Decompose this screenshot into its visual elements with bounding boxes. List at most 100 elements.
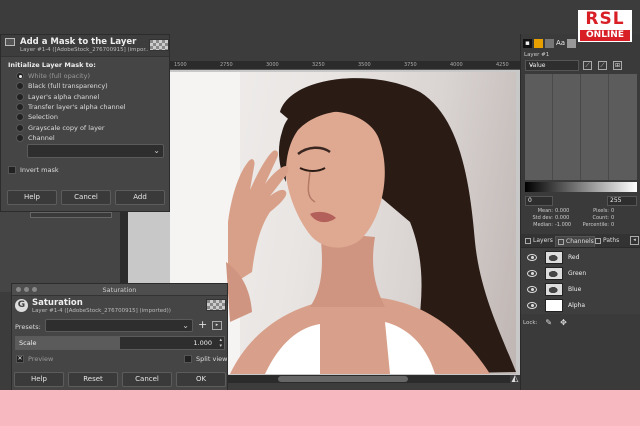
spin-arrows-icon[interactable]: ▴ ▾ — [219, 337, 222, 349]
reset-button[interactable]: Reset — [68, 372, 118, 387]
rsl-online-logo: RSL ONLINE — [578, 10, 632, 42]
init-mask-label: Initialize Layer Mask to: — [8, 61, 96, 69]
split-view-checkbox[interactable]: Split view — [184, 355, 227, 363]
radio-white-full-opacity[interactable]: White (full opacity) — [16, 71, 90, 81]
saturation-dialog: Saturation G Saturation Layer #1-4 ([Ado… — [11, 283, 228, 390]
preview-checkbox[interactable]: ✕ Preview — [16, 355, 53, 363]
list-item[interactable]: Alpha — [521, 298, 639, 314]
navigate-icon[interactable]: ◭ — [510, 374, 520, 384]
tab-menu-icon[interactable]: ◂ — [630, 236, 639, 245]
ruler-tick: 4250 — [496, 62, 509, 68]
presets-dropdown[interactable]: ⌄ — [45, 319, 193, 332]
dialog-header: Add a Mask to the Layer Layer #1-4 ([Ado… — [1, 35, 169, 57]
scale-label: Scale — [19, 339, 37, 347]
channel-dropdown[interactable]: ⌄ — [27, 144, 164, 158]
radio-selection[interactable]: Selection — [16, 112, 58, 122]
help-button[interactable]: Help — [14, 372, 64, 387]
add-button[interactable]: Add — [115, 190, 165, 205]
invert-mask-checkbox[interactable]: Invert mask — [8, 166, 59, 174]
linear-histogram-icon[interactable]: ⟋ — [583, 61, 592, 70]
toolbox-options-panel — [0, 212, 120, 292]
list-item[interactable]: Red — [521, 250, 639, 266]
channel-name: Alpha — [568, 302, 586, 309]
radio-grayscale-copy[interactable]: Grayscale copy of layer — [16, 123, 105, 133]
histogram-options-icon[interactable]: ⊞ — [613, 61, 622, 70]
window-titlebar[interactable]: Saturation — [12, 284, 227, 296]
radio-indicator[interactable] — [16, 113, 24, 121]
channels-list: Red Green Blue Alpha — [521, 248, 640, 314]
right-dock: ▪ Aa Layer #1 Value ⌄ ⟋ ⟋ ⊞ 0 255 Mean: 0… — [520, 34, 640, 390]
dock-tabs: Layers Channels Paths ◂ — [521, 234, 640, 248]
lock-pixels-icon[interactable]: ✎ — [545, 318, 552, 327]
dialog-subtitle: Layer #1-4 ([AdobeStock_276700915] (impo… — [32, 308, 171, 314]
tab-layers[interactable]: Layers — [523, 236, 553, 247]
list-item[interactable]: Blue — [521, 282, 639, 298]
radio-indicator[interactable] — [16, 103, 24, 111]
checkbox-indicator[interactable] — [184, 355, 192, 363]
scrollbar-thumb[interactable] — [278, 376, 408, 382]
add-mask-dialog: Add a Mask to the Layer Layer #1-4 ([Ado… — [0, 34, 170, 212]
cancel-button[interactable]: Cancel — [122, 372, 172, 387]
histogram-gradient-bar — [525, 182, 637, 192]
pattern-icon[interactable] — [534, 39, 543, 48]
tab-paths[interactable]: Paths — [593, 236, 619, 247]
radio-indicator[interactable] — [16, 82, 24, 90]
radio-indicator[interactable] — [16, 124, 24, 132]
gegl-icon: G — [15, 299, 28, 312]
channel-name: Blue — [568, 286, 582, 293]
histogram-channel-dropdown[interactable]: Value ⌄ — [525, 60, 579, 71]
lock-row: Lock: ✎ ✥ — [523, 318, 567, 327]
radio-label: Grayscale copy of layer — [28, 124, 105, 132]
preset-menu-icon[interactable]: ▸ — [212, 321, 222, 330]
eye-icon[interactable] — [527, 254, 537, 261]
radio-transfer-alpha[interactable]: Transfer layer's alpha channel — [16, 102, 126, 112]
eye-icon[interactable] — [527, 286, 537, 293]
chevron-down-icon: ⌄ — [153, 146, 160, 155]
font-icon[interactable]: Aa — [556, 39, 565, 48]
scale-slider[interactable]: Scale 1.000 ▴ ▾ — [15, 336, 225, 350]
list-item[interactable]: Green — [521, 266, 639, 282]
chevron-down-icon: ⌄ — [529, 61, 535, 68]
logo-text-top: RSL — [585, 9, 625, 29]
channel-thumbnail — [545, 299, 563, 312]
scale-value: 1.000 — [193, 339, 212, 347]
radio-indicator[interactable] — [16, 93, 24, 101]
radio-channel[interactable]: Channel — [16, 133, 55, 143]
document-icon[interactable] — [567, 39, 576, 48]
radio-indicator[interactable] — [16, 72, 24, 80]
chevron-down-icon: ⌄ — [182, 321, 189, 330]
brush-icon[interactable]: ▪ — [523, 39, 532, 48]
logo-text-bottom: ONLINE — [580, 30, 630, 41]
add-preset-icon[interactable]: + — [198, 319, 207, 331]
window-title: Saturation — [102, 286, 137, 294]
layer-preview-icon — [149, 39, 169, 51]
gimp-window: 1500 2750 3000 3250 3500 3750 4000 4250 — [0, 0, 640, 390]
channel-thumbnail — [545, 251, 563, 264]
radio-indicator[interactable] — [16, 134, 24, 142]
radio-label: Selection — [28, 113, 58, 121]
checkbox-indicator[interactable] — [8, 166, 16, 174]
ruler-tick: 3750 — [404, 62, 417, 68]
ruler-tick: 3500 — [358, 62, 371, 68]
channel-thumbnail — [545, 267, 563, 280]
radio-label: Layer's alpha channel — [28, 93, 100, 101]
tool-option-select[interactable] — [30, 212, 112, 218]
checkbox-label: Invert mask — [20, 166, 59, 174]
horizontal-scrollbar[interactable] — [228, 375, 510, 383]
cancel-button[interactable]: Cancel — [61, 190, 111, 205]
histogram-mode-icons: ⟋ ⟋ ⊞ — [583, 61, 628, 70]
eye-icon[interactable] — [527, 270, 537, 277]
gradient-icon[interactable] — [545, 39, 554, 48]
range-max-input[interactable]: 255 — [607, 196, 637, 206]
range-min-input[interactable]: 0 — [525, 196, 553, 206]
eye-icon[interactable] — [527, 302, 537, 309]
radio-black-full-transparency[interactable]: Black (full transparency) — [16, 81, 108, 91]
radio-layer-alpha[interactable]: Layer's alpha channel — [16, 92, 99, 102]
tab-channels[interactable]: Channels — [555, 236, 595, 247]
checkbox-label: Split view — [196, 355, 228, 363]
help-button[interactable]: Help — [7, 190, 57, 205]
log-histogram-icon[interactable]: ⟋ — [598, 61, 607, 70]
ok-button[interactable]: OK — [176, 372, 226, 387]
lock-position-icon[interactable]: ✥ — [560, 318, 567, 327]
checkbox-indicator[interactable]: ✕ — [16, 355, 24, 363]
